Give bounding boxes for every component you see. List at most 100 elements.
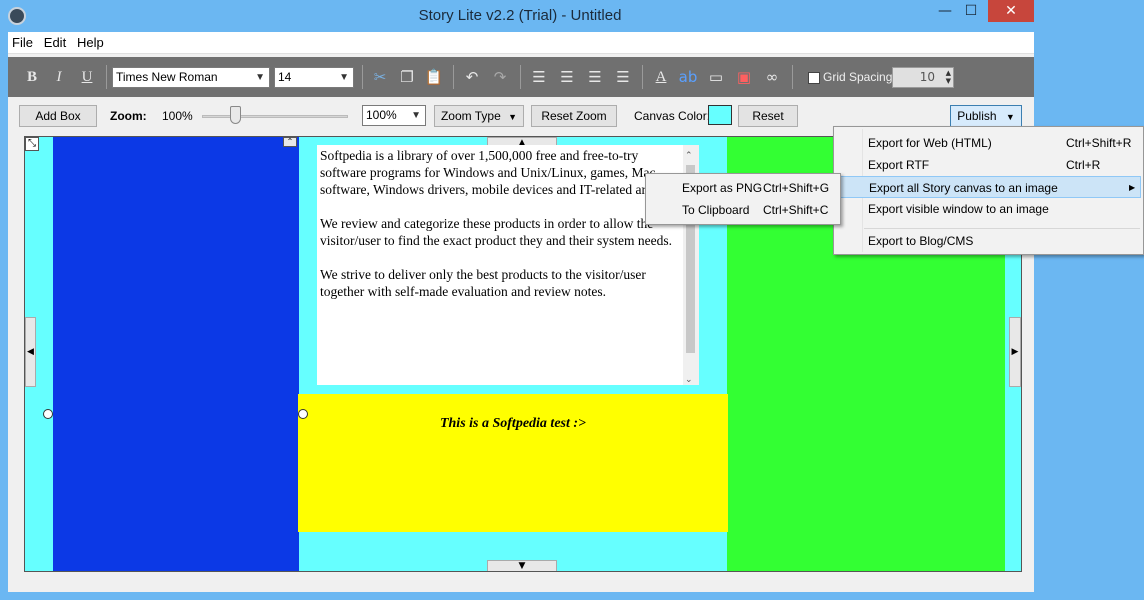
blue-box[interactable] <box>53 137 299 571</box>
italic-icon[interactable]: I <box>49 67 69 87</box>
scroll-up-icon[interactable]: ⌃ <box>685 147 693 164</box>
window-title: Story Lite v2.2 (Trial) - Untitled <box>418 7 622 24</box>
menu-bar: File Edit Help <box>8 32 1034 54</box>
zoom-select-value: 100% <box>366 108 397 122</box>
resize-handle[interactable] <box>298 409 308 419</box>
paste-icon[interactable]: 📋 <box>424 67 444 87</box>
redo-icon[interactable]: ↷ <box>490 67 510 87</box>
font-size-value: 14 <box>278 70 292 84</box>
canvas-color-swatch[interactable] <box>708 105 732 125</box>
publish-label: Publish <box>957 109 997 123</box>
menu-item-label: Export to Blog/CMS <box>868 234 974 248</box>
zoom-type-label: Zoom Type <box>440 109 501 123</box>
underline-icon[interactable]: U <box>77 67 97 87</box>
client-area: File Edit Help B I U Times New Roman ▼ 1… <box>8 32 1034 592</box>
grid-checkbox[interactable] <box>808 72 820 84</box>
align-center-icon[interactable]: ☰ <box>557 67 577 87</box>
menu-item-export-html[interactable]: Export for Web (HTML) Ctrl+Shift+R <box>836 132 1141 154</box>
menu-item-label: To Clipboard <box>682 203 750 217</box>
chevron-down-icon: ▼ <box>255 72 265 83</box>
align-right-icon[interactable]: ☰ <box>585 67 605 87</box>
zoom-slider-thumb[interactable] <box>230 106 242 124</box>
resize-icon[interactable]: ⤡ <box>25 137 39 151</box>
zoom-label: Zoom: <box>110 109 147 123</box>
text-box[interactable]: Softpedia is a library of over 1,500,000… <box>317 145 699 385</box>
align-left-icon[interactable]: ☰ <box>529 67 549 87</box>
highlight-icon[interactable]: ab <box>678 67 698 87</box>
close-button[interactable]: ✕ <box>988 0 1034 22</box>
menu-edit[interactable]: Edit <box>40 32 69 50</box>
undo-icon[interactable]: ↶ <box>462 67 482 87</box>
grid-spacing-label: Grid Spacing: <box>823 70 896 84</box>
yellow-box[interactable]: This is a Softpedia test :> <box>298 394 728 532</box>
paragraph: We strive to deliver only the best produ… <box>320 267 646 299</box>
toolbar-separator <box>362 65 363 89</box>
status-strip <box>8 580 1034 592</box>
menu-item-label: Export as PNG <box>682 181 763 195</box>
menu-item-export-blog[interactable]: Export to Blog/CMS <box>836 230 1141 252</box>
cut-icon[interactable]: ✂ <box>370 67 390 87</box>
toolbar-separator <box>792 65 793 89</box>
menu-item-to-clipboard[interactable]: To Clipboard Ctrl+Shift+C <box>648 199 838 221</box>
scroll-down-icon[interactable]: ⌄ <box>685 371 693 385</box>
scroll-down-arrow-icon[interactable]: ▼ <box>487 560 557 571</box>
title-bar[interactable]: Story Lite v2.2 (Trial) - Untitled — ☐ ✕ <box>0 0 1144 32</box>
menu-item-export-png[interactable]: Export as PNG Ctrl+Shift+G <box>648 177 838 199</box>
toolbar-separator <box>106 65 107 89</box>
publish-button[interactable]: Publish ▼ <box>950 105 1022 127</box>
font-size-select[interactable]: 14 ▼ <box>274 67 354 88</box>
grid-spacing-value: 10 <box>919 70 935 84</box>
menu-item-shortcut: Ctrl+R <box>1066 158 1101 172</box>
zoom-slider[interactable] <box>202 115 348 118</box>
toolbar-separator <box>520 65 521 89</box>
minimize-button[interactable]: — <box>932 0 958 22</box>
menu-item-label: Export RTF <box>868 158 930 172</box>
menu-item-export-canvas-image[interactable]: Export all Story canvas to an image ▶ <box>836 176 1141 198</box>
maximize-button[interactable]: ☐ <box>958 0 984 22</box>
menu-file[interactable]: File <box>8 32 36 50</box>
zoom-value: 100% <box>162 109 193 123</box>
chevron-down-icon: ▼ <box>339 72 349 83</box>
font-family-select[interactable]: Times New Roman ▼ <box>112 67 270 88</box>
menu-item-label: Export visible window to an image <box>868 202 1049 216</box>
text-color-icon[interactable]: A <box>651 67 671 87</box>
zoom-select[interactable]: 100% ▼ <box>362 105 426 126</box>
reset-zoom-button[interactable]: Reset Zoom <box>531 105 617 127</box>
app-window: Story Lite v2.2 (Trial) - Untitled — ☐ ✕… <box>0 0 1144 600</box>
dropdown-arrow-icon: ▼ <box>508 112 518 122</box>
menu-item-export-visible-window[interactable]: Export visible window to an image <box>836 198 1141 220</box>
scroll-left-arrow-icon[interactable]: ◀ <box>25 317 36 387</box>
submenu-arrow-icon: ▶ <box>1129 183 1136 192</box>
box-border-icon[interactable]: ▣ <box>734 67 754 87</box>
box-fill-icon[interactable]: ▭ <box>706 67 726 87</box>
yellow-box-text: This is a Softpedia test :> <box>439 416 587 431</box>
toolbar-separator <box>642 65 643 89</box>
grid-spacing-input[interactable]: 10 ▲ ▼ <box>892 67 954 88</box>
paragraph: Softpedia is a library of over 1,500,000… <box>320 148 678 197</box>
menu-separator <box>864 228 1140 229</box>
menu-item-export-rtf[interactable]: Export RTF Ctrl+R <box>836 154 1141 176</box>
menu-item-shortcut: Ctrl+Shift+C <box>763 203 829 217</box>
collapse-icon[interactable]: ⌃ <box>283 137 297 147</box>
export-image-submenu: Export as PNG Ctrl+Shift+G To Clipboard … <box>645 173 841 225</box>
menu-item-label: Export all Story canvas to an image <box>869 181 1058 195</box>
copy-icon[interactable]: ❐ <box>397 67 417 87</box>
paragraph: We review and categorize these products … <box>320 216 673 248</box>
reset-button[interactable]: Reset <box>738 105 798 127</box>
canvas-color-label: Canvas Color: <box>634 109 711 123</box>
justify-icon[interactable]: ☰ <box>613 67 633 87</box>
toolbar-separator <box>453 65 454 89</box>
add-box-button[interactable]: Add Box <box>19 105 97 127</box>
spinner-icon[interactable]: ▲ ▼ <box>946 69 951 85</box>
menu-help[interactable]: Help <box>73 32 107 50</box>
chevron-down-icon: ▼ <box>411 110 421 121</box>
link-icon[interactable]: ∞ <box>762 67 782 87</box>
zoom-type-button[interactable]: Zoom Type ▼ <box>434 105 524 127</box>
scroll-right-arrow-icon[interactable]: ▶ <box>1009 317 1021 387</box>
bold-icon[interactable]: B <box>22 67 42 87</box>
formatting-toolbar: B I U Times New Roman ▼ 14 ▼ ✂ ❐ 📋 ↶ ↷ ☰… <box>8 57 1034 97</box>
font-family-value: Times New Roman <box>116 70 218 84</box>
menu-item-shortcut: Ctrl+Shift+G <box>763 181 830 195</box>
menu-item-shortcut: Ctrl+Shift+R <box>1066 136 1132 150</box>
resize-handle[interactable] <box>43 409 53 419</box>
